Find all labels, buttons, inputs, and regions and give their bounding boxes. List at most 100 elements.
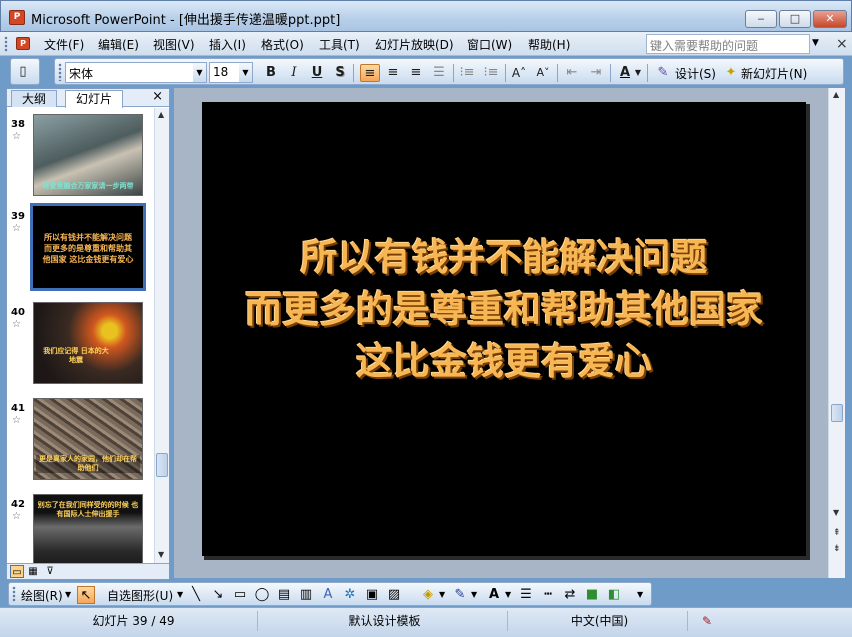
menu-window[interactable]: 窗口(W): [467, 36, 512, 53]
underline-button[interactable]: U: [307, 64, 327, 82]
line-color-icon[interactable]: ✎: [451, 586, 469, 604]
increase-font-icon[interactable]: A˄: [509, 64, 529, 82]
textbox-icon[interactable]: ▤: [275, 586, 293, 604]
menu-tools[interactable]: 工具(T): [319, 36, 360, 53]
slide-thumbnail-38[interactable]: 38 ☆ 将爱里融合万家家请一步两带: [7, 108, 153, 200]
font-size-select[interactable]: 18 ▼: [209, 62, 253, 83]
document-close-icon[interactable]: ×: [836, 36, 848, 52]
scroll-up-icon[interactable]: ▲: [158, 110, 164, 119]
toolbar-grip[interactable]: [58, 63, 62, 81]
slide-thumbnail-42[interactable]: 42 ☆ 别忘了在我们同样受的的时候 也有国际人士伸出援手: [7, 488, 153, 563]
pane-close-icon[interactable]: ×: [152, 89, 163, 104]
text-color-dropdown-icon[interactable]: ▼: [505, 590, 511, 599]
fill-color-icon[interactable]: ◈: [419, 586, 437, 604]
autoshapes-button[interactable]: 自选图形(U): [107, 587, 173, 604]
font-color-dropdown-icon[interactable]: ▼: [633, 64, 643, 82]
menu-help[interactable]: 帮助(H): [528, 36, 570, 53]
scroll-up-icon[interactable]: ▲: [833, 90, 839, 99]
draw-dropdown-icon[interactable]: ▼: [65, 590, 71, 599]
slide-thumbnail-41[interactable]: 41 ☆ 更是离家人的家园，他们却在帮助他们: [7, 392, 153, 484]
clipart-icon[interactable]: ▣: [363, 586, 381, 604]
font-color-icon[interactable]: A: [615, 64, 635, 82]
separator: [453, 64, 454, 82]
close-button[interactable]: ✕: [813, 10, 847, 28]
tab-outline[interactable]: 大纲: [11, 90, 58, 107]
new-slide-button[interactable]: 新幻灯片(N): [741, 65, 807, 82]
wordart-icon[interactable]: A: [319, 586, 337, 604]
arrow-icon[interactable]: ↘: [209, 586, 227, 604]
slideshow-view-icon[interactable]: ⊽: [43, 565, 57, 578]
bulleted-list-icon[interactable]: ⁝≡: [481, 64, 501, 82]
new-slide-icon[interactable]: ✦: [721, 64, 741, 82]
slide-line-2: 而更多的是尊重和帮助其他国家: [245, 288, 763, 331]
menu-edit[interactable]: 编辑(E): [98, 36, 139, 53]
select-arrow-icon[interactable]: ↖: [77, 586, 95, 604]
toolbar-options-icon[interactable]: ▼: [637, 590, 643, 599]
menubar-grip[interactable]: [4, 36, 8, 52]
slide-text-box[interactable]: 所以有钱并不能解决问题 而更多的是尊重和帮助其他国家 这比金钱更有爱心: [202, 232, 806, 388]
slide-thumbnail-40[interactable]: 40 ☆ 我们应记得 日本的大地震: [7, 296, 153, 388]
scroll-down-icon[interactable]: ▼: [158, 550, 164, 559]
minimize-button[interactable]: ‒: [745, 10, 777, 28]
maximize-button[interactable]: □: [779, 10, 811, 28]
decrease-indent-icon[interactable]: ⇤: [562, 64, 582, 82]
draw-menu-button[interactable]: 绘图(R): [21, 587, 63, 604]
increase-indent-icon[interactable]: ⇥: [586, 64, 606, 82]
menu-file[interactable]: 文件(F): [44, 36, 84, 53]
design-button[interactable]: 设计(S): [675, 65, 716, 82]
design-icon[interactable]: ✎: [653, 64, 673, 82]
align-right-icon[interactable]: ≡: [406, 64, 426, 82]
decrease-font-icon[interactable]: A˅: [533, 64, 553, 82]
help-dropdown-icon[interactable]: ▼: [812, 38, 819, 48]
arrow-style-icon[interactable]: ⇄: [561, 586, 579, 604]
doc-icon[interactable]: P: [16, 37, 30, 50]
toolbar-grip[interactable]: [12, 586, 16, 602]
previous-slide-icon[interactable]: ⇞: [833, 528, 841, 538]
slide-number: 38: [11, 119, 25, 130]
slide-sorter-view-icon[interactable]: ▦: [26, 565, 40, 578]
slide-preview: 更是离家人的家园，他们却在帮助他们: [33, 398, 143, 480]
align-left-icon[interactable]: ≡: [360, 64, 380, 82]
new-document-icon[interactable]: ▯: [13, 63, 33, 81]
numbered-list-icon[interactable]: ⁝≡: [457, 64, 477, 82]
italic-button[interactable]: I: [284, 64, 304, 82]
scrollbar-thumb[interactable]: [831, 404, 843, 422]
shadow-button[interactable]: S: [330, 64, 350, 82]
help-search-input[interactable]: 键入需要帮助的问题: [646, 34, 810, 54]
align-center-icon[interactable]: ≡: [383, 64, 403, 82]
vertical-textbox-icon[interactable]: ▥: [297, 586, 315, 604]
spelling-check-icon[interactable]: ✎: [692, 611, 722, 631]
next-slide-icon[interactable]: ⇟: [833, 544, 841, 554]
picture-icon[interactable]: ▨: [385, 586, 403, 604]
bold-button[interactable]: B: [261, 64, 281, 82]
font-dropdown-icon[interactable]: ▼: [193, 63, 206, 82]
menu-view[interactable]: 视图(V): [153, 36, 195, 53]
line-icon[interactable]: ╲: [187, 586, 205, 604]
oval-icon[interactable]: ◯: [253, 586, 271, 604]
font-name-select[interactable]: 宋体 ▼: [65, 62, 207, 83]
slide-scrollbar[interactable]: ▲ ▼ ⇞ ⇟: [828, 88, 845, 578]
line-color-dropdown-icon[interactable]: ▼: [471, 590, 477, 599]
autoshapes-dropdown-icon[interactable]: ▼: [177, 590, 183, 599]
menu-format[interactable]: 格式(O): [261, 36, 304, 53]
3d-style-icon[interactable]: ◧: [605, 586, 623, 604]
current-slide[interactable]: 所以有钱并不能解决问题 而更多的是尊重和帮助其他国家 这比金钱更有爱心: [202, 102, 806, 556]
slide-thumbnail-39[interactable]: 39 ☆ 所以有钱并不能解决问题 而更多的是尊重和帮助其他国家 这比金钱更有爱心: [7, 200, 153, 292]
menu-insert[interactable]: 插入(I): [209, 36, 246, 53]
line-style-icon[interactable]: ☰: [517, 586, 535, 604]
shadow-style-icon[interactable]: ■: [583, 586, 601, 604]
rectangle-icon[interactable]: ▭: [231, 586, 249, 604]
thumbnails-scrollbar[interactable]: ▲ ▼: [154, 108, 169, 563]
fill-dropdown-icon[interactable]: ▼: [439, 590, 445, 599]
scroll-down-icon[interactable]: ▼: [833, 508, 839, 517]
normal-view-icon[interactable]: ▭: [10, 565, 24, 578]
size-dropdown-icon[interactable]: ▼: [239, 63, 252, 82]
distribute-icon[interactable]: ☰: [429, 64, 449, 82]
design-template-status[interactable]: 默认设计模板: [262, 611, 508, 631]
scrollbar-thumb[interactable]: [156, 453, 168, 477]
dash-style-icon[interactable]: ┅: [539, 586, 557, 604]
menu-slideshow[interactable]: 幻灯片放映(D): [375, 36, 454, 53]
text-color-icon[interactable]: A: [485, 586, 503, 604]
tab-slides[interactable]: 幻灯片: [65, 90, 124, 108]
diagram-icon[interactable]: ✲: [341, 586, 359, 604]
